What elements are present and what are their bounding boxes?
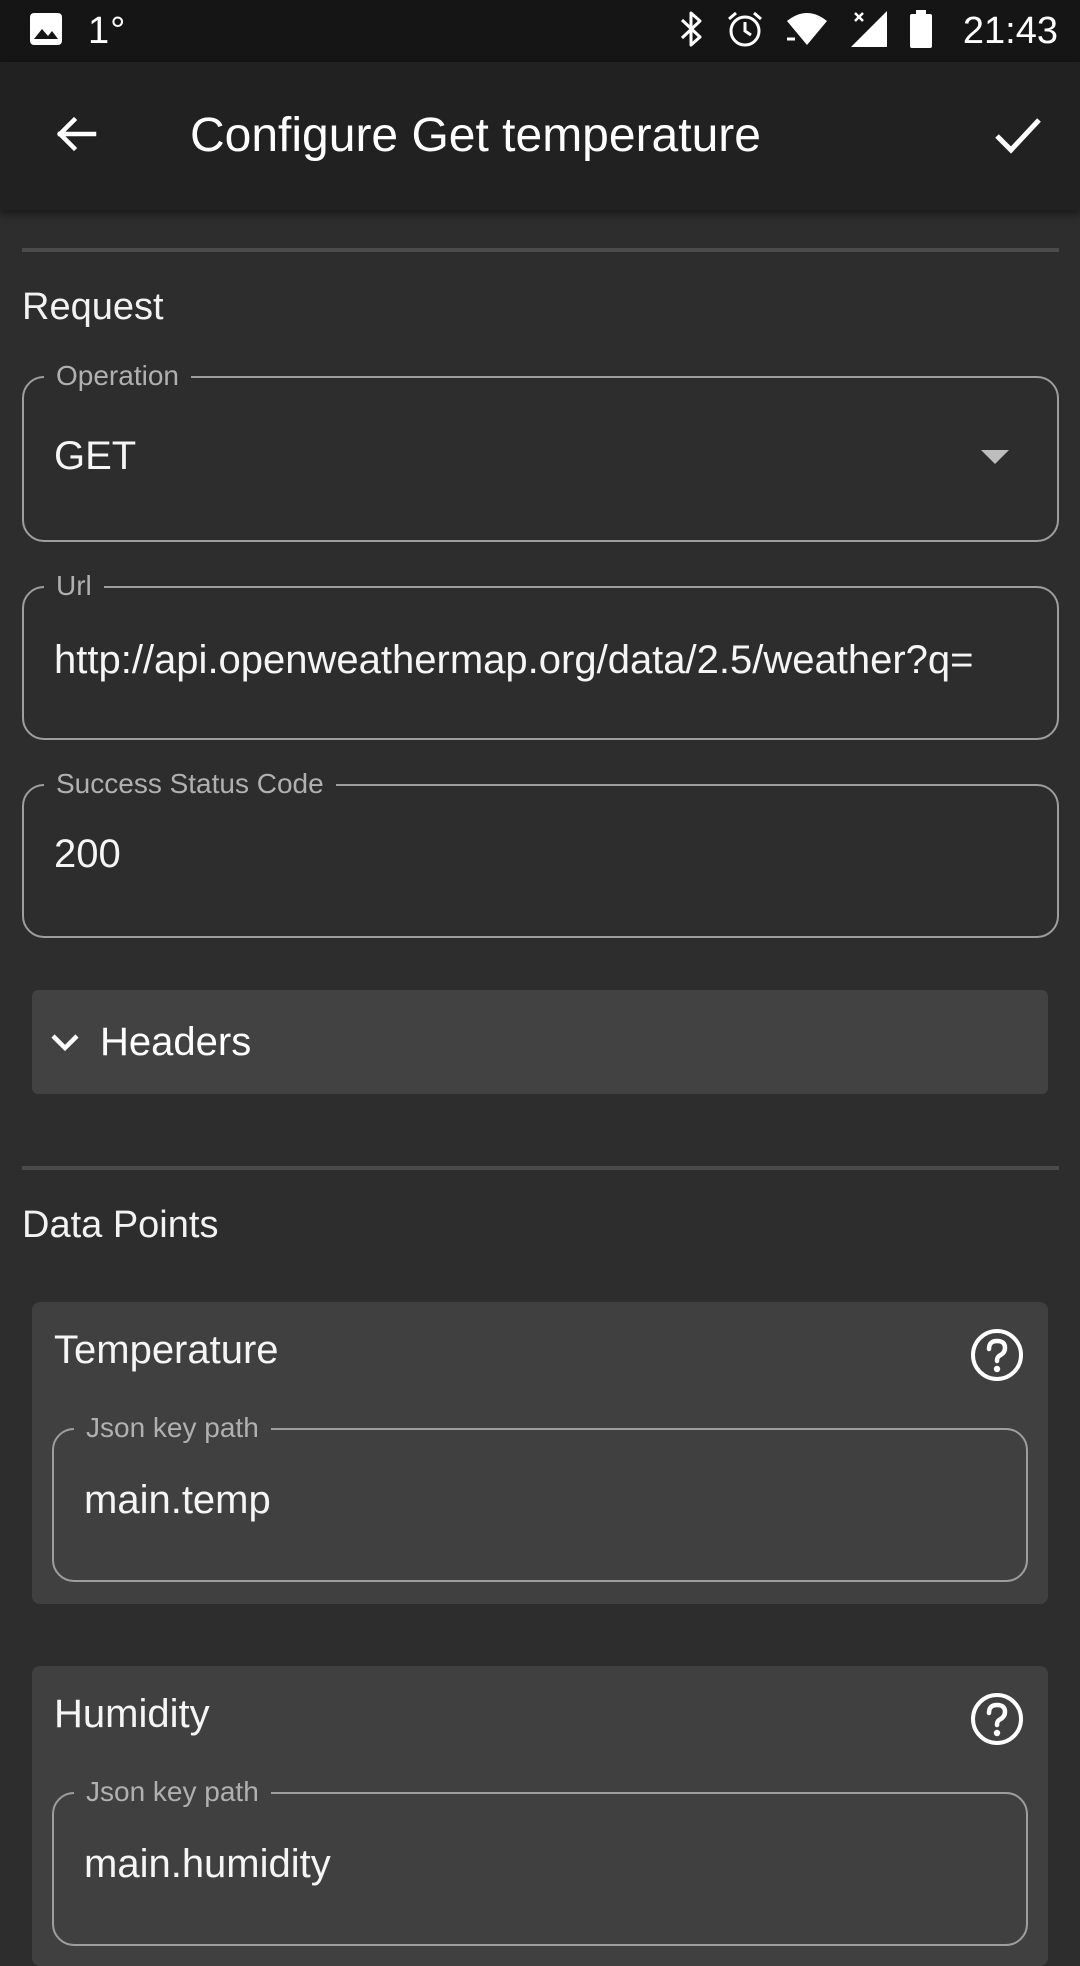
save-button[interactable] [980, 98, 1056, 174]
app-bar: Configure Get temperature [0, 62, 1080, 210]
url-value: http://api.openweathermap.org/data/2.5/w… [54, 638, 974, 682]
operation-label: Operation [44, 356, 191, 396]
section-divider [22, 1166, 1059, 1170]
data-point-title: Humidity [54, 1692, 210, 1736]
image-icon [28, 11, 64, 52]
headers-label: Headers [100, 1019, 252, 1064]
data-point-title: Temperature [54, 1328, 279, 1372]
json-key-path-field[interactable]: Json key path main.temp [52, 1408, 1028, 1582]
json-key-path-value: main.humidity [84, 1842, 331, 1886]
status-bar: 1° 21:43 [0, 0, 1080, 62]
json-key-path-value: main.temp [84, 1478, 271, 1522]
status-left: 1° [28, 0, 126, 62]
success-status-code-label: Success Status Code [44, 764, 336, 804]
alarm-icon [725, 9, 765, 54]
headers-expander[interactable]: Headers [32, 990, 1048, 1094]
success-status-code-field[interactable]: Success Status Code 200 [22, 764, 1059, 938]
success-status-code-value: 200 [54, 832, 121, 876]
status-temperature: 1° [88, 9, 127, 52]
data-point-card: Temperature Json key path main.temp [32, 1302, 1048, 1604]
help-circle-icon[interactable] [970, 1692, 1024, 1746]
url-field[interactable]: Url http://api.openweathermap.org/data/2… [22, 566, 1059, 740]
battery-icon [909, 9, 933, 54]
dropdown-arrow-icon [981, 450, 1009, 464]
section-divider [22, 248, 1059, 252]
help-circle-icon[interactable] [970, 1328, 1024, 1382]
check-icon [993, 109, 1043, 164]
status-time: 21:43 [962, 9, 1058, 52]
url-label: Url [44, 566, 104, 606]
json-key-path-label: Json key path [74, 1772, 271, 1812]
status-right: 21:43 [679, 0, 1058, 62]
operation-dropdown[interactable]: Operation GET [22, 356, 1059, 542]
data-point-card: Humidity Json key path main.humidity [32, 1666, 1048, 1966]
signal-icon [849, 9, 889, 54]
operation-value: GET [54, 434, 137, 478]
chevron-down-icon [48, 1025, 82, 1059]
wifi-icon [785, 11, 829, 52]
json-key-path-field[interactable]: Json key path main.humidity [52, 1772, 1028, 1946]
bluetooth-icon [679, 9, 705, 54]
json-key-path-label: Json key path [74, 1408, 271, 1448]
back-button[interactable] [38, 98, 114, 174]
request-section-title: Request [22, 286, 164, 328]
page-title: Configure Get temperature [190, 109, 761, 162]
data-points-section-title: Data Points [22, 1204, 219, 1246]
arrow-back-icon [52, 110, 100, 163]
